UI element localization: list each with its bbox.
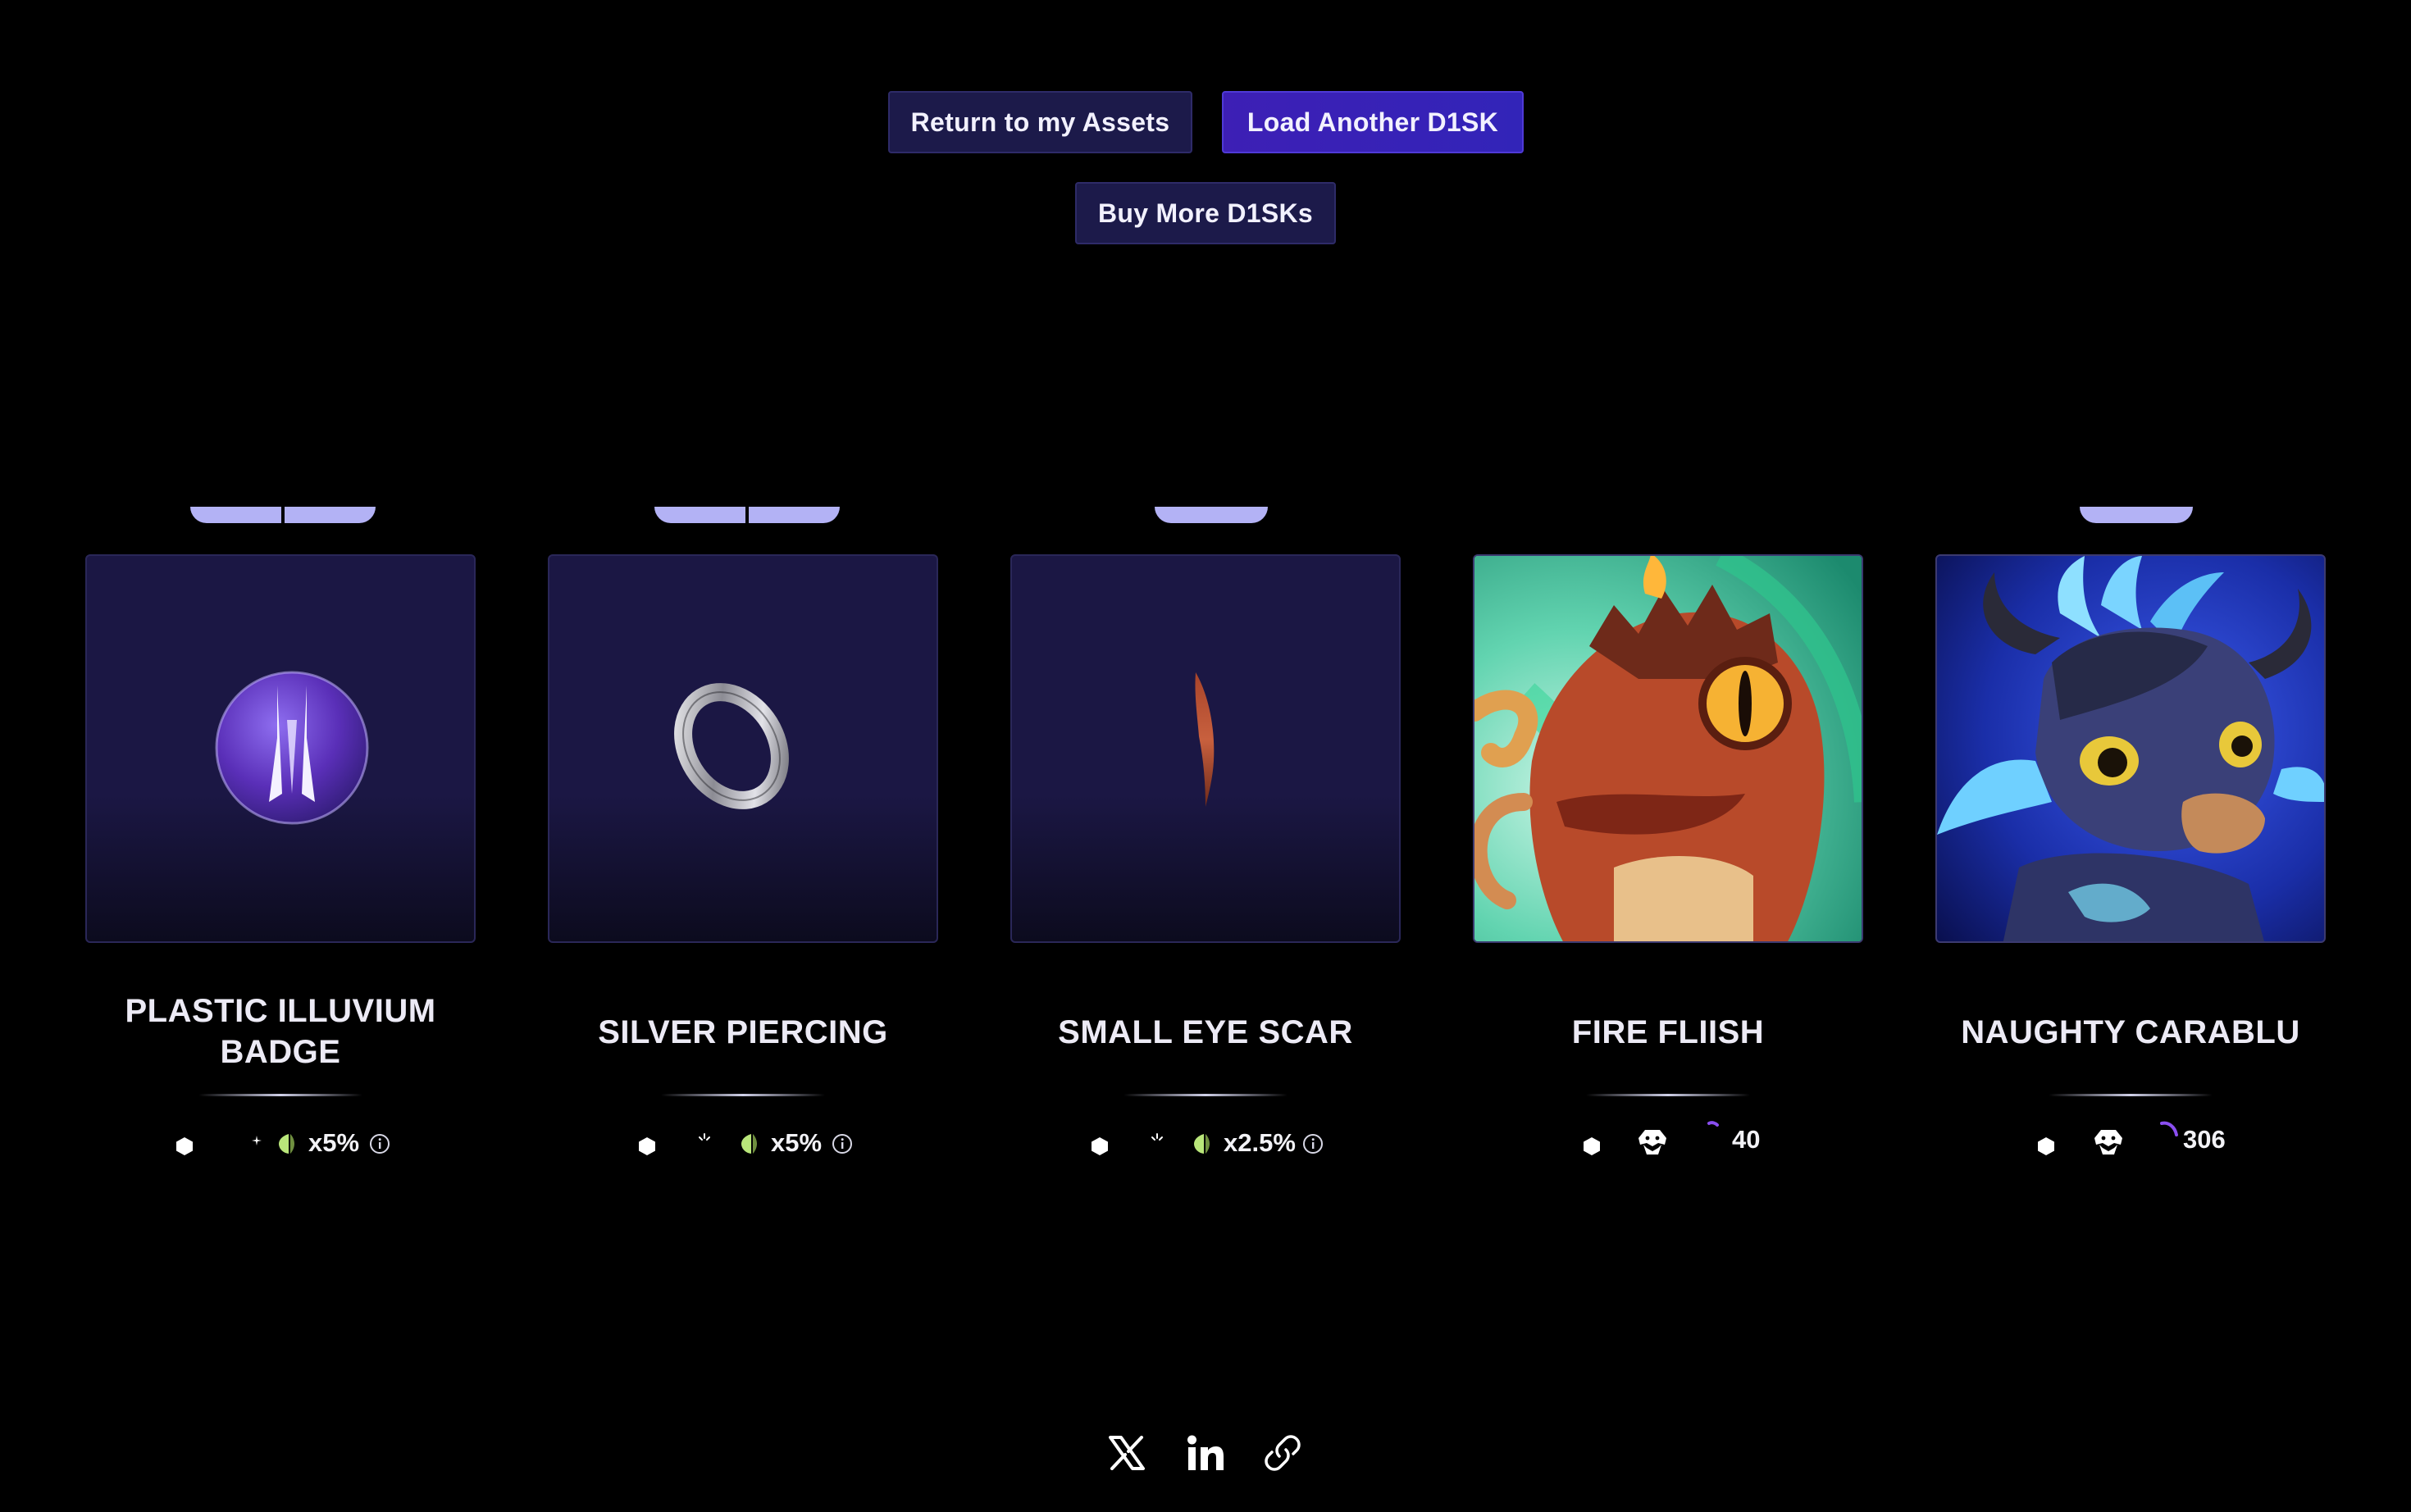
multiplier-value: x5% [308,1128,360,1157]
hexagon-icon [176,1137,193,1155]
hexagon-icon [1092,1137,1108,1155]
rarity-tabs [1155,507,1268,523]
illuvial-class-icon [2094,1130,2122,1154]
power-leaf-icon [1194,1134,1210,1154]
share-x-button[interactable] [1104,1430,1150,1476]
sparkle-icon [252,1136,262,1145]
power-value: 40 [1732,1125,1761,1154]
divider [1123,1094,1288,1096]
copy-link-button[interactable] [1260,1430,1306,1476]
power-leaf-icon [279,1134,294,1154]
scar-icon [1195,672,1215,807]
divider [661,1094,825,1096]
silver-ring-icon [674,683,789,809]
hexagon-icon [1584,1137,1600,1155]
item-name: SMALL EYE SCAR [1058,1014,1353,1050]
item-image-frame [1010,554,1401,943]
item-image-frame [85,554,476,943]
return-to-assets-button[interactable]: Return to my Assets [888,91,1192,153]
illuvial-class-icon [1638,1130,1666,1154]
x-twitter-icon [1109,1436,1145,1470]
page: Return to my Assets Load Another D1SK Bu… [0,0,2411,1512]
power-arc-icon [2160,1121,2178,1136]
item-stats: x5% [548,1128,938,1161]
item-name: SILVER PIERCING [598,1014,888,1050]
linkedin-icon [1187,1435,1224,1470]
multiplier-value: x2.5% [1224,1128,1296,1157]
rarity-tabs [654,507,840,523]
sparkle-icon [699,1133,710,1141]
sparkle-icon [1151,1133,1163,1141]
illuvium-badge-icon [215,671,369,825]
item-name: NAUGHTY CARABLU [1961,1014,2300,1050]
item-name: PLASTIC ILLUVIUM BADGE [125,993,436,1070]
info-icon[interactable] [369,1133,390,1154]
info-icon[interactable] [1302,1133,1324,1154]
rarity-tabs [190,507,376,523]
power-arc-icon [1707,1121,1719,1127]
carablu-illuvial-art [1935,554,2326,943]
creature-art [1937,556,2324,941]
share-linkedin-button[interactable] [1183,1430,1228,1476]
hexagon-icon [639,1137,655,1155]
item-stats: x5% [85,1128,476,1161]
item-stats: 306 [1935,1121,2326,1161]
item-image-frame [548,554,938,943]
fire-fliish-illuvial-art [1473,554,1863,943]
item-name: FIRE FLIISH [1571,1014,1765,1050]
power-value: 306 [2183,1125,2226,1154]
multiplier-value: x5% [771,1128,823,1157]
item-stats: x2.5% [1010,1128,1401,1161]
load-another-d1sk-button[interactable]: Load Another D1SK [1222,91,1524,153]
power-leaf-icon [741,1134,757,1154]
divider [198,1094,362,1096]
item-stats: 40 [1473,1121,1863,1161]
buy-more-d1sks-button[interactable]: Buy More D1SKs [1075,182,1336,244]
link-icon [1265,1435,1301,1471]
rarity-tabs [2080,507,2193,523]
creature-art [1474,556,1862,941]
hexagon-icon [2038,1137,2054,1155]
divider [2049,1094,2213,1096]
info-icon[interactable] [832,1133,853,1154]
divider [1586,1094,1750,1096]
